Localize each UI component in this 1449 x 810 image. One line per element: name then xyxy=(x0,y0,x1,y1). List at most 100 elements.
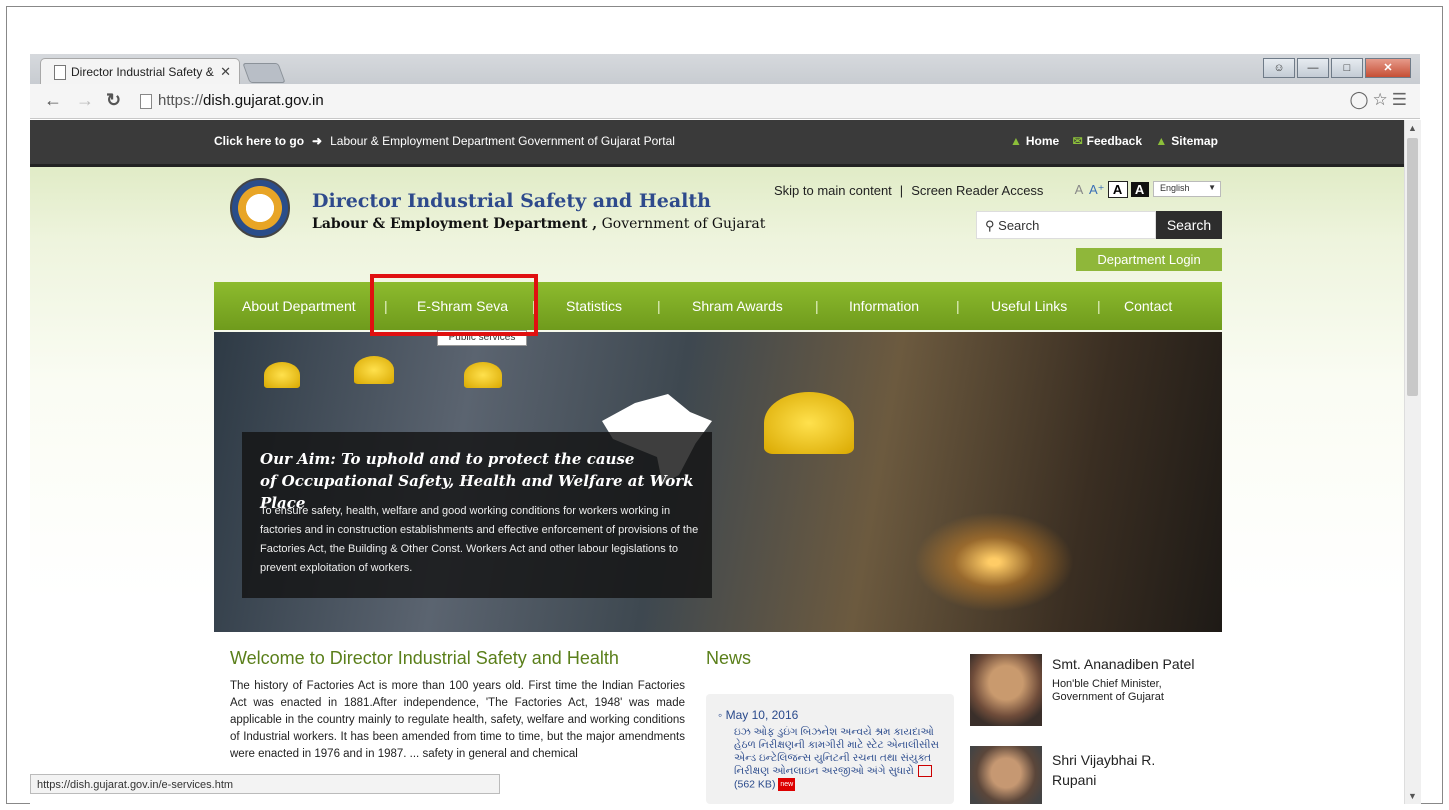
browser-tab[interactable]: Director Industrial Safety & ✕ xyxy=(40,58,240,86)
mail-icon: ✉ xyxy=(1072,134,1083,148)
site-title[interactable]: Director Industrial Safety and Health xyxy=(312,190,711,212)
minister-photo xyxy=(970,746,1042,804)
skip-link[interactable]: Skip to main content xyxy=(774,183,892,198)
helmet-image xyxy=(264,362,300,388)
user-icon[interactable]: ☺ xyxy=(1263,58,1295,78)
menu-shram-awards[interactable]: Shram Awards xyxy=(692,298,783,314)
maximize-button[interactable]: □ xyxy=(1331,58,1363,78)
person-role-line2: Government of Gujarat xyxy=(1052,691,1164,703)
font-large-button[interactable]: A⁺ xyxy=(1089,182,1105,198)
news-title: News xyxy=(706,648,752,668)
minimize-button[interactable]: — xyxy=(1297,58,1329,78)
menu-statistics[interactable]: Statistics xyxy=(566,298,622,314)
scrollbar-thumb[interactable] xyxy=(1407,138,1418,396)
separator: | xyxy=(899,183,904,198)
url-scheme: https:// xyxy=(158,92,204,109)
search-icon: ⚲ xyxy=(985,218,995,233)
url-domain: dish.gujarat.gov.in xyxy=(203,92,324,109)
top-utility-links: ▲ Home ✉ Feedback ▲ Sitemap xyxy=(1000,134,1218,148)
sitemap-icon: ▲ xyxy=(1155,134,1168,148)
vertical-scrollbar[interactable]: ▲ ▼ xyxy=(1404,120,1421,804)
person-role-line1: Hon'ble Chief Minister, xyxy=(1052,678,1162,690)
url-field[interactable]: https://dish.gujarat.gov.in xyxy=(140,92,1290,112)
arrow-right-icon: ➜ xyxy=(312,134,323,148)
menu-about-department[interactable]: About Department xyxy=(242,298,356,314)
search-placeholder: Search xyxy=(998,218,1040,233)
news-date: ◦ May 10, 2016 xyxy=(718,708,799,722)
news-item[interactable]: ઇઝ ઓફ ડુઇંગ બિઝનેશ અન્વયે શ્રમ કાયદાઓ હે… xyxy=(734,726,954,791)
reload-icon[interactable]: ↻ xyxy=(106,90,121,111)
site-subtitle: Labour & Employment Department , Governm… xyxy=(312,216,765,232)
department-login-button[interactable]: Department Login xyxy=(1076,248,1222,271)
department-logo[interactable] xyxy=(230,178,290,238)
helmet-image xyxy=(764,392,854,454)
aim-heading-line1: Our Aim: To uphold and to protect the ca… xyxy=(260,450,635,468)
window-controls: ☺ — □ ✕ xyxy=(1261,58,1411,78)
search-button[interactable]: Search xyxy=(1156,211,1222,239)
person-name: Smt. Ananadiben Patel xyxy=(1052,656,1195,672)
portal-link[interactable]: Click here to go ➜ Labour & Employment Dep… xyxy=(214,134,675,148)
font-size-controls: A A⁺ A A xyxy=(1072,181,1152,198)
main-menu: About Department | E-Shram Seva | Statis… xyxy=(214,282,1222,330)
welding-sparks-image xyxy=(914,512,1074,612)
menu-separator: | xyxy=(956,298,960,314)
bookmark-star-icon[interactable]: ☆ xyxy=(1373,90,1392,109)
forward-arrow-icon[interactable]: → xyxy=(76,90,94,111)
toolbar-icons: ◯☆☰ xyxy=(1349,90,1411,110)
hero-banner: Our Aim: To uphold and to protect the ca… xyxy=(214,332,1222,632)
page-viewport: Click here to go ➜ Labour & Employment Dep… xyxy=(30,120,1404,804)
person-name: Shri Vijaybhai R. Rupani xyxy=(1052,750,1155,790)
new-tab-button[interactable] xyxy=(242,63,286,83)
aim-text: To ensure safety, health, welfare and go… xyxy=(260,505,699,574)
page-icon xyxy=(54,65,66,80)
tab-title: Director Industrial Safety & xyxy=(71,65,214,79)
screen-reader-link[interactable]: Screen Reader Access xyxy=(911,183,1043,198)
news-date-text: May 10, 2016 xyxy=(725,708,799,722)
page-icon xyxy=(140,93,152,109)
close-window-button[interactable]: ✕ xyxy=(1365,58,1411,78)
accessibility-links: Skip to main content | Screen Reader Acces… xyxy=(774,183,1043,198)
menu-information[interactable]: Information xyxy=(849,298,919,314)
menu-separator: | xyxy=(657,298,661,314)
home-icon: ▲ xyxy=(1010,134,1022,148)
shield-icon[interactable]: ◯ xyxy=(1349,90,1372,109)
font-small-button[interactable]: A xyxy=(1072,182,1086,197)
language-value: English xyxy=(1160,183,1190,193)
contrast-normal-button[interactable]: A xyxy=(1107,181,1128,198)
sitemap-link[interactable]: Sitemap xyxy=(1171,134,1218,148)
helmet-image xyxy=(464,362,502,388)
menu-icon[interactable]: ☰ xyxy=(1392,90,1411,109)
person-role: Hon'ble Chief Minister, Government of Guj… xyxy=(1052,678,1164,704)
welcome-title: Welcome to Director Industrial Safety an… xyxy=(230,648,619,668)
scroll-down-icon[interactable]: ▼ xyxy=(1408,791,1417,801)
scroll-up-icon[interactable]: ▲ xyxy=(1408,123,1417,133)
menu-contact[interactable]: Contact xyxy=(1124,298,1172,314)
new-badge: new xyxy=(778,778,796,791)
subtitle-govt: Government of Gujarat xyxy=(597,216,766,232)
feedback-link[interactable]: Feedback xyxy=(1087,134,1142,148)
back-arrow-icon[interactable]: ← xyxy=(44,90,62,111)
news-item-text[interactable]: ઇઝ ઓફ ડુઇંગ બિઝનેશ અન્વયે શ્રમ કાયદાઓ હે… xyxy=(734,726,939,777)
chief-minister-photo xyxy=(970,654,1042,726)
contrast-high-button[interactable]: A xyxy=(1130,182,1149,197)
language-select[interactable]: English ▼ xyxy=(1153,181,1221,197)
chevron-down-icon: ▼ xyxy=(1208,183,1216,192)
home-link[interactable]: Home xyxy=(1026,134,1059,148)
top-bar: Click here to go ➜ Labour & Employment Dep… xyxy=(30,120,1404,167)
search-input[interactable]: ⚲ Search xyxy=(976,211,1156,239)
subtitle-dept: Labour & Employment Department , xyxy=(312,216,598,232)
person-name-line2: Rupani xyxy=(1052,772,1097,788)
aim-caption: Our Aim: To uphold and to protect the ca… xyxy=(242,432,712,598)
welcome-text: The history of Factories Act is more tha… xyxy=(230,680,685,760)
click-here-text: Click here to go xyxy=(214,134,305,148)
news-file-size: (562 KB) xyxy=(734,778,776,791)
news-box: ◦ May 10, 2016 ઇઝ ઓફ ડુઇંગ બિઝનેશ અન્વયે… xyxy=(706,694,954,804)
person-name-line1: Shri Vijaybhai R. xyxy=(1052,752,1156,768)
helmet-image xyxy=(354,356,394,384)
menu-useful-links[interactable]: Useful Links xyxy=(991,298,1067,314)
pdf-icon xyxy=(917,765,932,778)
menu-separator: | xyxy=(815,298,819,314)
portal-link-text[interactable]: Labour & Employment Department Governmen… xyxy=(330,134,675,148)
menu-separator: | xyxy=(1097,298,1101,314)
tab-close-icon[interactable]: ✕ xyxy=(220,64,231,80)
